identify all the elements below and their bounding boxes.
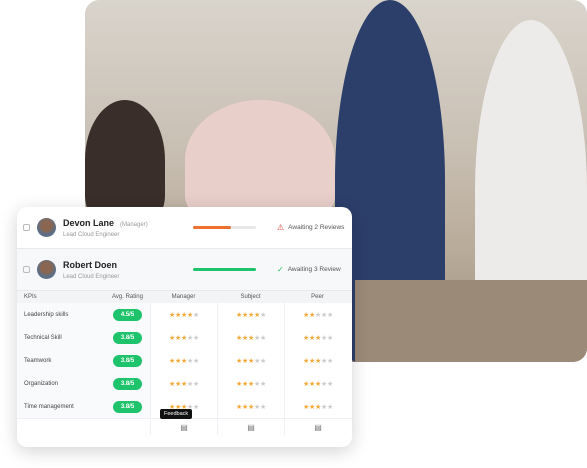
subject-stars: ★ ★ ★ ★ ★: [217, 326, 284, 349]
avg-rating-badge: 4.5/5: [112, 308, 143, 321]
avg-rating-badge: 3.8/5: [112, 354, 143, 367]
feedback-icon-manager[interactable]: ▤: [150, 419, 217, 435]
peer-stars: ★ ★ ★ ★ ★: [284, 349, 351, 372]
status-text: Awaiting 3 Review: [287, 266, 341, 273]
subject-stars: ★ ★ ★ ★ ★: [217, 395, 284, 418]
table-row: Technical Skill 3.8/5 ★ ★ ★ ★ ★ ★ ★ ★ ★ ★ ★ ★ ★ ★ ★: [17, 326, 352, 349]
peer-stars: ★ ★ ★ ★ ★: [284, 303, 351, 326]
feedback-tooltip: Feedback: [160, 409, 193, 419]
avatar: [37, 218, 56, 237]
header-manager: Manager: [171, 294, 196, 300]
progress-bar: [193, 226, 256, 229]
table-header: KPIs Avg. Rating Manager Subject Peer: [17, 291, 352, 303]
header-peer: Peer: [311, 294, 324, 300]
select-checkbox[interactable]: [23, 224, 30, 231]
kpi-name: Leadership skills: [17, 303, 105, 326]
manager-stars: ★ ★ ★ ★ ★: [150, 303, 217, 326]
feedback-icon-subject[interactable]: ▤: [217, 419, 284, 435]
table-row: Leadership skills 4.5/5 ★ ★ ★ ★ ★ ★ ★ ★ ★ ★ ★ ★ ★ ★…: [17, 303, 352, 326]
header-avg: Avg. Rating: [112, 294, 143, 300]
kpi-name: Teamwork: [17, 349, 105, 372]
manager-stars: ★ ★ ★ ★ ★: [150, 349, 217, 372]
header-kpis: KPIs: [24, 294, 37, 300]
check-icon: ✓: [277, 265, 284, 274]
peer-stars: ★ ★ ★ ★ ★: [284, 326, 351, 349]
subject-stars: ★ ★ ★ ★ ★: [217, 303, 284, 326]
status-text: Awaiting 2 Reviews: [288, 224, 345, 231]
select-checkbox[interactable]: [23, 266, 30, 273]
person-name: Robert Doen: [63, 259, 117, 270]
person-name: Devon Lane: [63, 217, 115, 228]
person-role: (Manager): [120, 221, 148, 228]
subject-stars: ★ ★ ★ ★ ★: [217, 372, 284, 395]
review-card: Devon Lane (Manager) Lead Cloud Engineer …: [17, 207, 352, 447]
person-row[interactable]: Devon Lane (Manager) Lead Cloud Engineer …: [17, 207, 352, 249]
table-row: Teamwork 3.8/5 ★ ★ ★ ★ ★ ★ ★ ★ ★ ★ ★ ★ ★ ★ ★: [17, 349, 352, 372]
avg-rating-badge: 3.8/5: [112, 400, 143, 413]
subject-stars: ★ ★ ★ ★ ★: [217, 349, 284, 372]
person-title: Lead Cloud Engineer: [63, 273, 120, 280]
avatar: [37, 260, 56, 279]
person-row[interactable]: Robert Doen Lead Cloud Engineer ✓ Awaitin…: [17, 249, 352, 291]
person-title: Lead Cloud Engineer: [63, 231, 120, 238]
header-subject: Subject: [240, 294, 261, 300]
feedback-icon-peer[interactable]: ▤: [284, 419, 351, 435]
progress-fill: [193, 226, 231, 229]
manager-stars: ★ ★ ★ ★ ★: [150, 326, 217, 349]
peer-stars: ★ ★ ★ ★ ★: [284, 395, 351, 418]
table-row: Organization 3.8/5 ★ ★ ★ ★ ★ ★ ★ ★ ★ ★ ★ ★ ★ ★ ★: [17, 372, 352, 395]
avg-rating-badge: 3.8/5: [112, 377, 143, 390]
kpi-name: Organization: [17, 372, 105, 395]
manager-stars: ★ ★ ★ ★ ★: [150, 372, 217, 395]
progress-fill: [193, 268, 256, 271]
progress-bar: [193, 268, 256, 271]
kpi-name: Technical Skill: [17, 326, 105, 349]
warning-icon: ⚠: [277, 223, 285, 232]
feedback-row: ▤ ▤ ▤: [17, 418, 352, 435]
avg-rating-badge: 3.8/5: [112, 331, 143, 344]
peer-stars: ★ ★ ★ ★ ★: [284, 372, 351, 395]
kpi-name: Time management: [17, 395, 105, 418]
